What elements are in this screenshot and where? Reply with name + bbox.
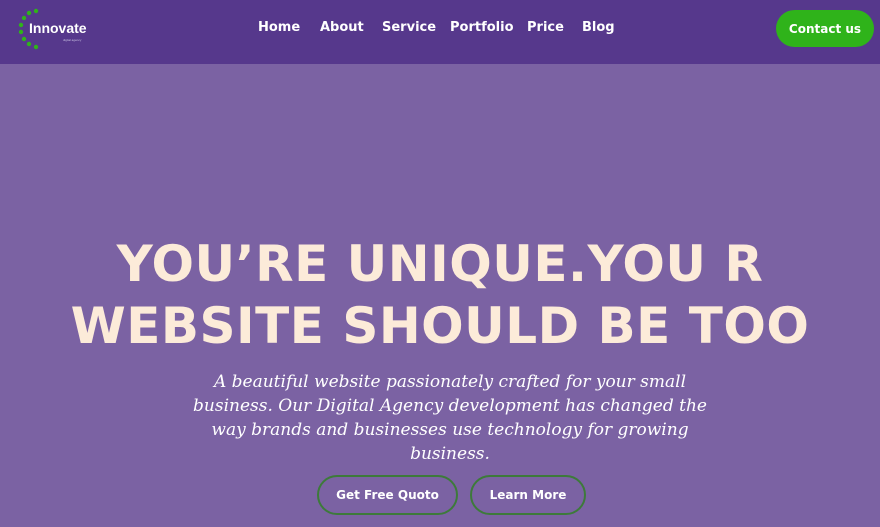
get-free-quote-button[interactable]: Get Free Quoto — [317, 475, 458, 515]
contact-us-button[interactable]: Contact us — [776, 10, 874, 47]
hero-title-line-1: YOU’RE UNIQUE.YOU R — [116, 235, 764, 293]
brand-tagline: digital agency — [63, 38, 82, 42]
learn-more-button[interactable]: Learn More — [470, 475, 586, 515]
nav-item-about[interactable]: About — [320, 20, 364, 35]
hero-subtitle: A beautiful website passionately crafted… — [193, 372, 707, 464]
brand-name: Innovate — [29, 20, 87, 36]
hero-title: YOU’RE UNIQUE.YOU R WEBSITE SHOULD BE TO… — [0, 233, 880, 357]
nav-item-service[interactable]: Service — [382, 20, 436, 35]
nav-item-blog[interactable]: Blog — [582, 20, 615, 35]
nav-item-price[interactable]: Price — [527, 20, 564, 35]
top-navbar: Innovate digital agency Home About Servi… — [0, 0, 880, 64]
nav-item-home[interactable]: Home — [258, 20, 300, 35]
nav-item-portfolio[interactable]: Portfolio — [450, 20, 514, 35]
hero-title-line-2: WEBSITE SHOULD BE TOO — [70, 297, 810, 355]
brand-logo[interactable]: Innovate digital agency — [16, 6, 96, 50]
